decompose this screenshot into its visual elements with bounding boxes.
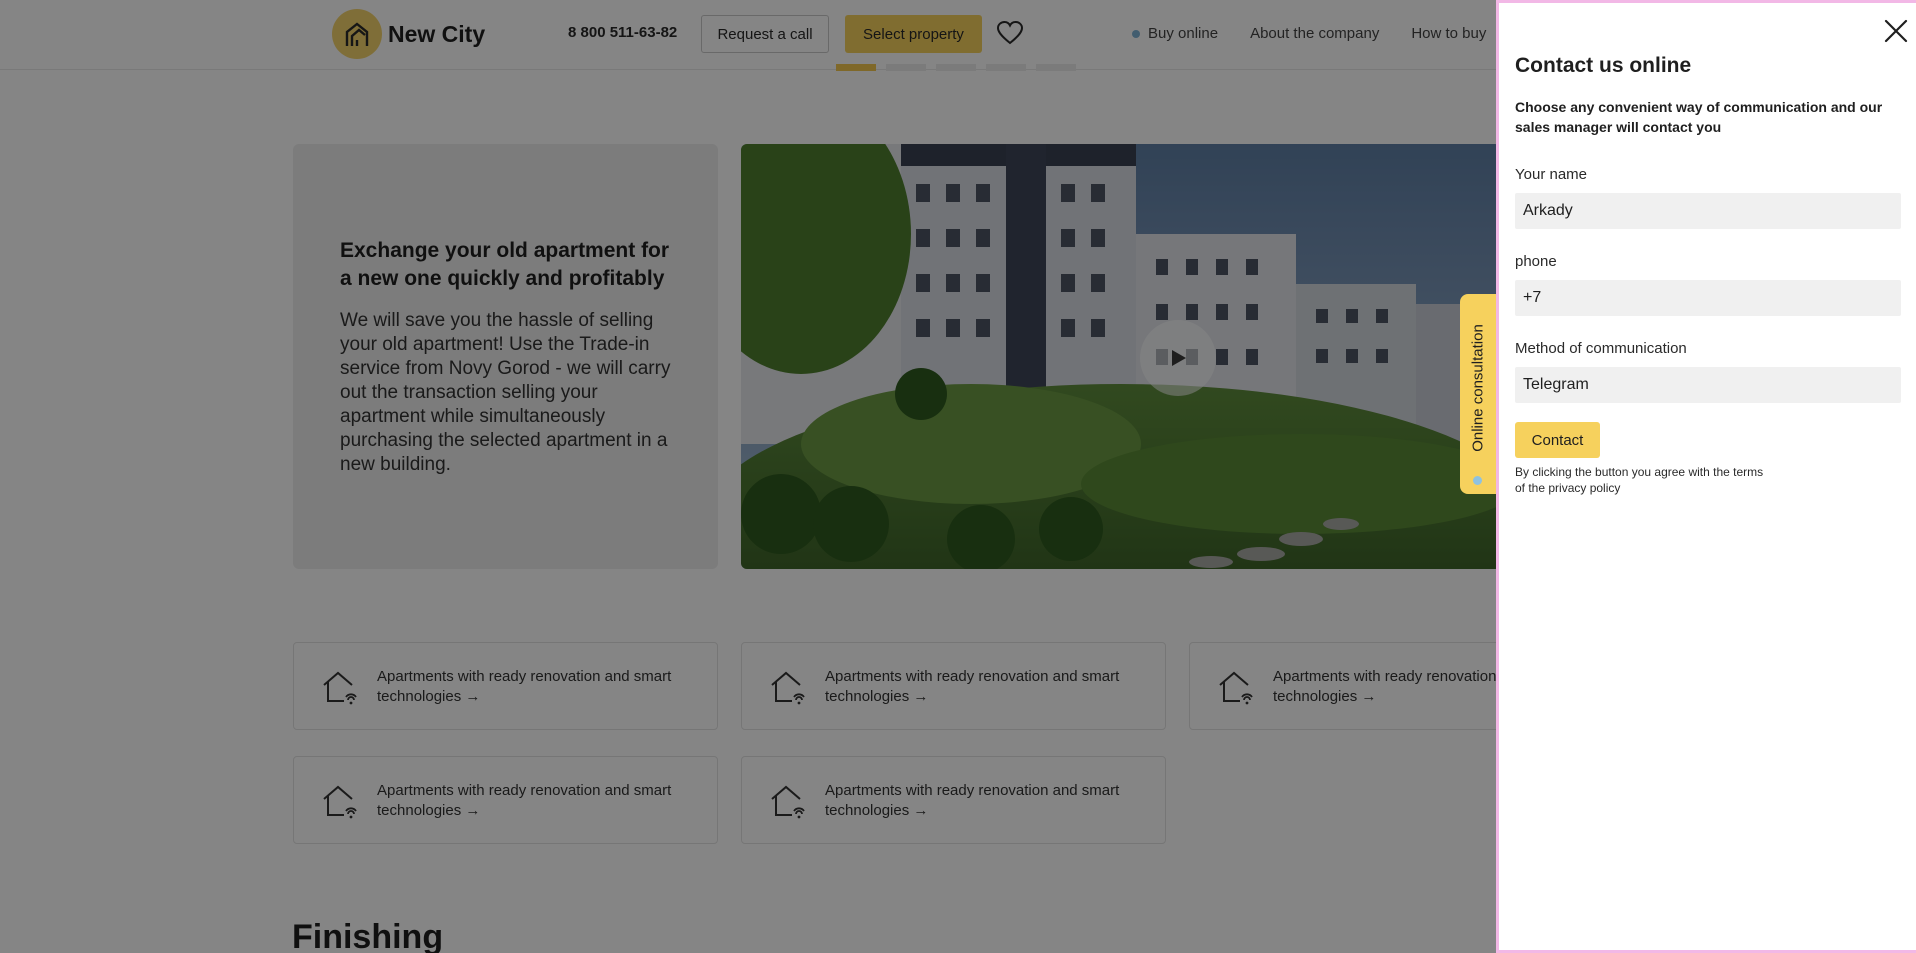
panel-title: Contact us online <box>1515 54 1692 77</box>
status-dot-icon <box>1473 476 1482 485</box>
phone-input[interactable] <box>1515 280 1901 316</box>
method-select[interactable] <box>1515 367 1901 403</box>
privacy-agreement-text[interactable]: By clicking the button you agree with th… <box>1515 464 1765 496</box>
name-input[interactable] <box>1515 193 1901 229</box>
panel-subtitle: Choose any convenient way of communicati… <box>1515 99 1883 135</box>
contact-button[interactable]: Contact <box>1515 422 1600 458</box>
close-icon[interactable] <box>1882 17 1910 45</box>
online-consultation-label: Online consultation <box>1469 324 1487 452</box>
name-label: Your name <box>1515 166 1587 183</box>
contact-panel: Contact us online Choose any convenient … <box>1496 0 1916 953</box>
method-label: Method of communication <box>1515 340 1687 357</box>
online-consultation-tab[interactable]: Online consultation <box>1460 294 1496 494</box>
phone-label: phone <box>1515 253 1557 270</box>
